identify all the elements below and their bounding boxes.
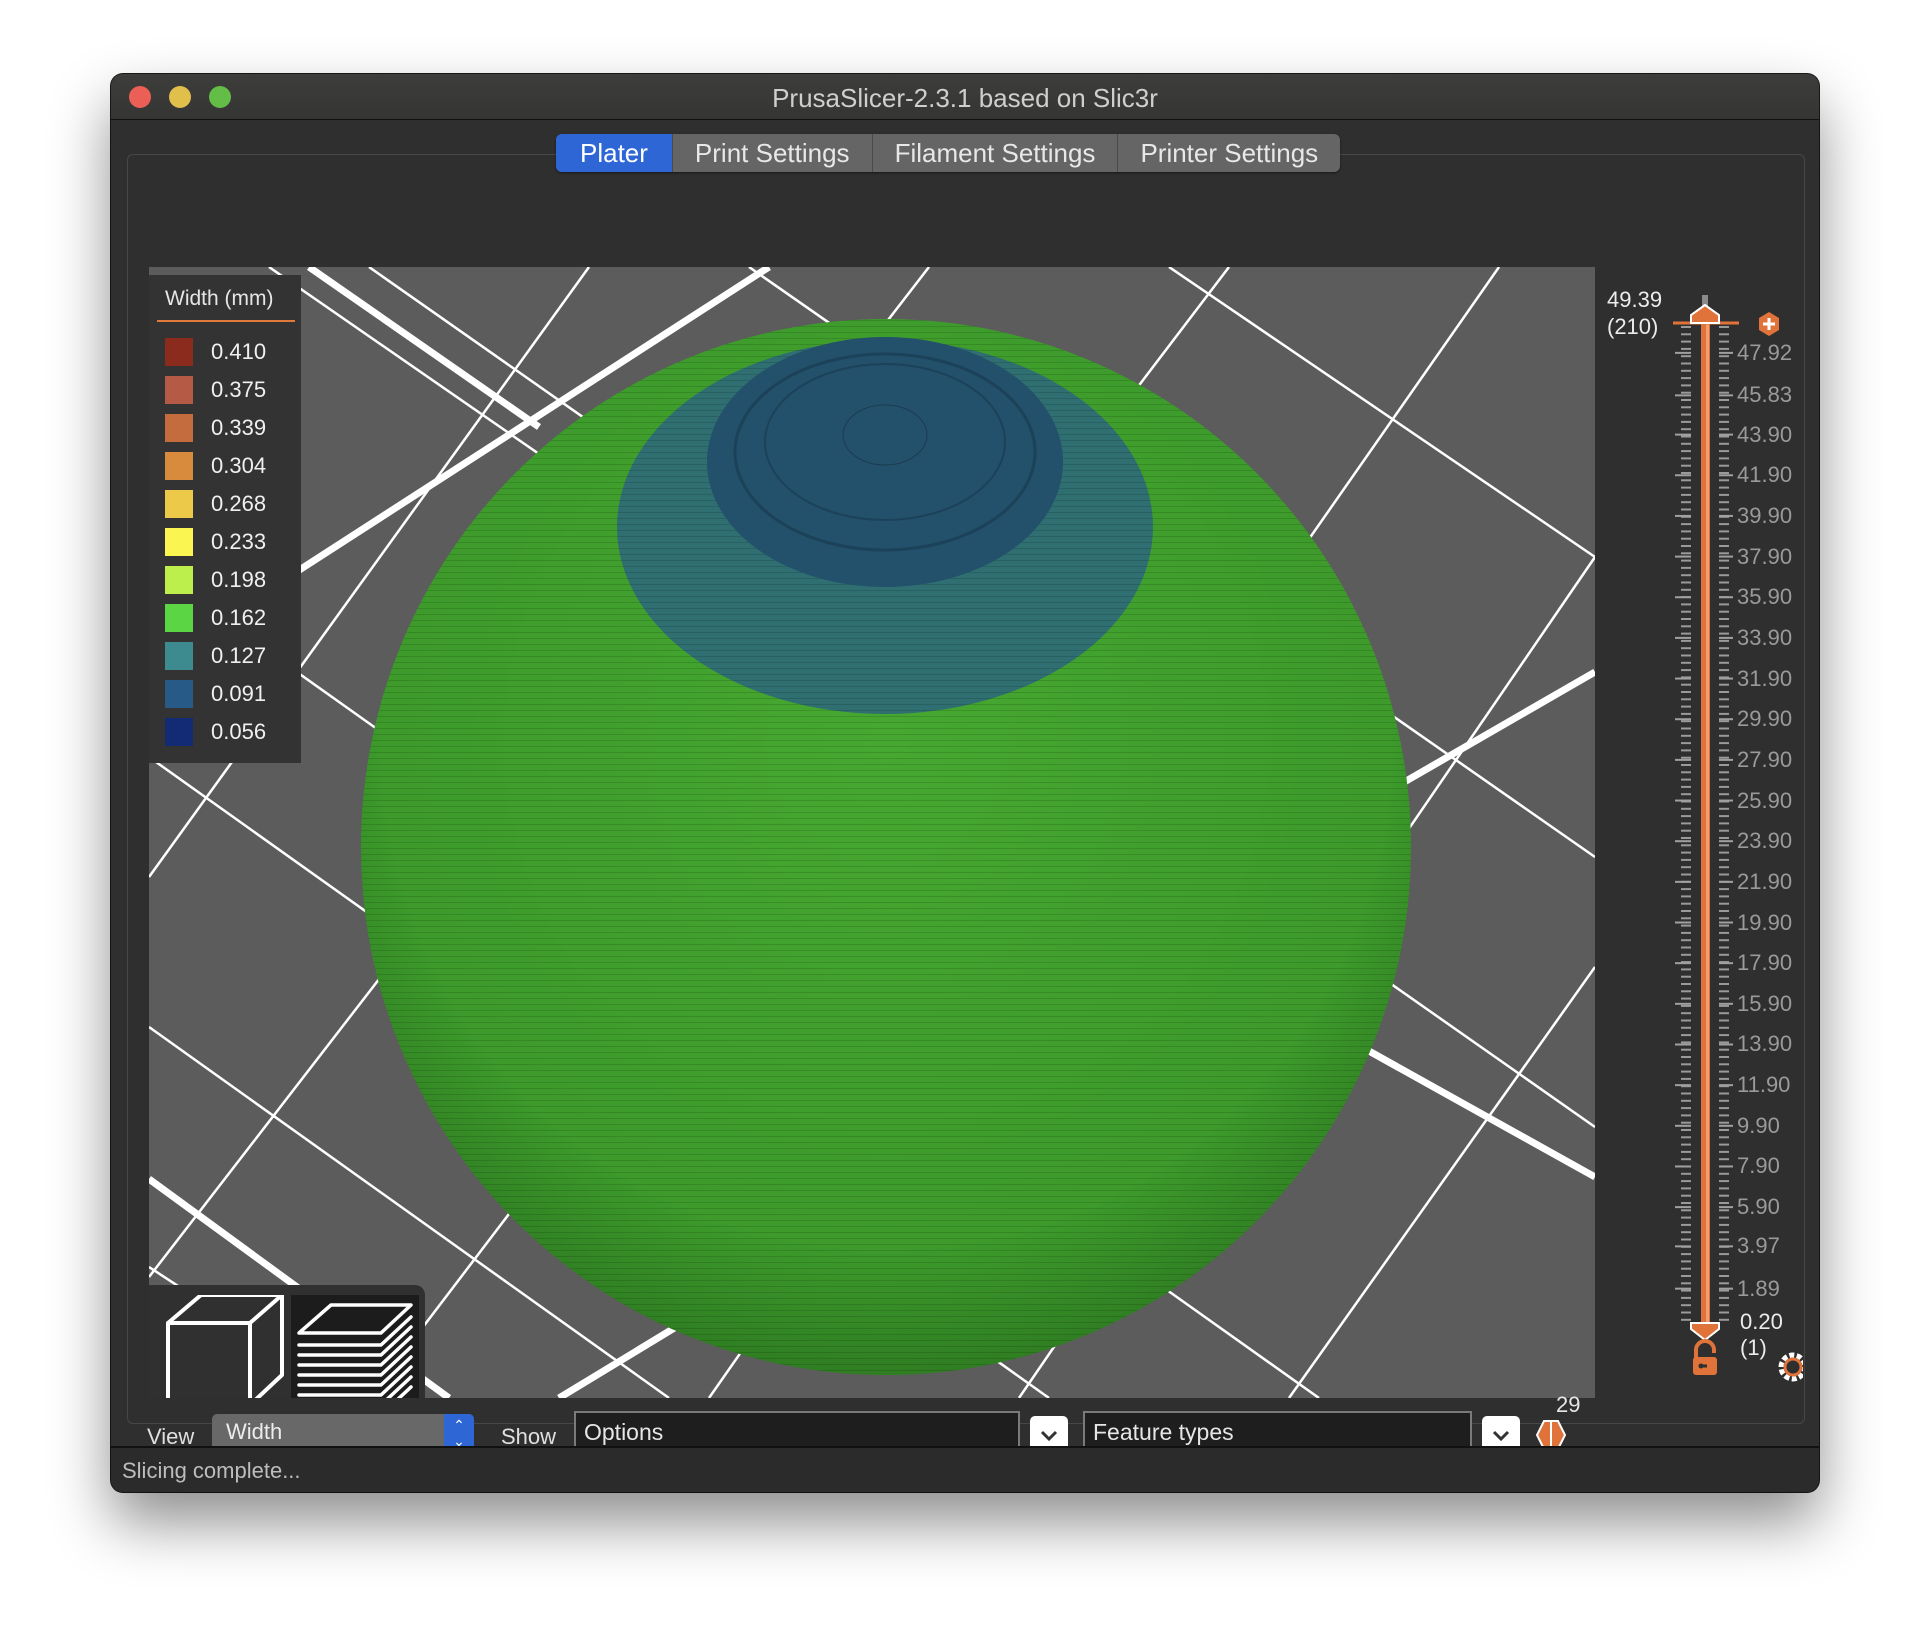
legend-swatch — [165, 528, 193, 556]
slider-tick-label: 5.90 — [1737, 1194, 1780, 1220]
slider-tick-label: 31.90 — [1737, 665, 1793, 691]
slider-tick-label: 27.90 — [1737, 746, 1793, 772]
main-tabs: Plater Print Settings Filament Settings … — [556, 134, 1341, 172]
legend-item: 0.339 — [165, 414, 295, 442]
slider-range-highlight — [1706, 322, 1709, 1322]
slider-tick-label: 37.90 — [1737, 543, 1793, 569]
slider-tick-label: 13.90 — [1737, 1031, 1793, 1057]
slider-tick-label: 7.90 — [1737, 1153, 1780, 1179]
upper-height-label: 49.39 — [1607, 287, 1663, 312]
unlock-icon[interactable] — [1693, 1339, 1717, 1375]
preview-button[interactable] — [291, 1295, 419, 1398]
legend-item: 0.091 — [165, 680, 295, 708]
slider-tick-label: 29.90 — [1737, 706, 1793, 732]
slider-tick-label: 25.90 — [1737, 787, 1793, 813]
legend-title: Width (mm) — [165, 287, 274, 310]
legend-item: 0.127 — [165, 642, 295, 670]
legend-item: 0.162 — [165, 604, 295, 632]
legend-value: 0.162 — [211, 605, 267, 630]
3d-view-button[interactable] — [159, 1293, 287, 1398]
status-text: Slicing complete... — [122, 1458, 301, 1483]
add-color-change-icon[interactable] — [1759, 312, 1779, 336]
slider-tick-label: 15.90 — [1737, 990, 1793, 1016]
legend-value: 0.233 — [211, 529, 267, 554]
lower-layer-label: (1) — [1740, 1335, 1767, 1360]
legend-swatch — [165, 338, 193, 366]
layers-icon — [297, 1303, 413, 1398]
legend-divider — [157, 320, 295, 322]
legend-swatch — [165, 414, 193, 442]
upper-thumb[interactable] — [1690, 303, 1720, 324]
upper-layer-label: (210) — [1607, 314, 1659, 339]
legend-swatch — [165, 680, 193, 708]
status-bar: Slicing complete... — [111, 1446, 1819, 1492]
slider-tick-label: 21.90 — [1737, 868, 1793, 894]
view-toolbar — [149, 1285, 425, 1398]
legend-swatch — [165, 642, 193, 670]
legend-panel: Width (mm) 0.410 0.375 0.339 0.304 0.268… — [149, 275, 301, 763]
legend-item: 0.410 — [165, 338, 295, 366]
legend-value: 0.091 — [211, 681, 267, 706]
legend-item: 0.233 — [165, 528, 295, 556]
title-bar: PrusaSlicer-2.3.1 based on Slic3r — [111, 74, 1819, 120]
plater-panel: Width (mm) 0.410 0.375 0.339 0.304 0.268… — [127, 154, 1805, 1481]
legend-item: 0.375 — [165, 376, 295, 404]
legend-value: 0.410 — [211, 339, 267, 364]
legend-item: 0.304 — [165, 452, 295, 480]
view-type-value: Width — [226, 1419, 283, 1444]
layer-slider[interactable]: 49.39 (210) 47.92 45.83 43.90 41.90 39.90 37.… — [1595, 267, 1803, 1398]
legend-value: 0.339 — [211, 415, 267, 440]
slider-tick-label: 33.90 — [1737, 624, 1793, 650]
legend-swatch — [165, 452, 193, 480]
options-value: Options — [584, 1419, 664, 1445]
slider-tick-label: 17.90 — [1737, 950, 1793, 976]
legend-value: 0.268 — [211, 491, 267, 516]
tab-filament-settings[interactable]: Filament Settings — [871, 134, 1118, 172]
lower-height-label: 0.20 — [1740, 1309, 1783, 1334]
legend-value: 0.198 — [211, 567, 267, 592]
legend-value: 0.375 — [211, 377, 267, 402]
legend-value: 0.056 — [211, 719, 267, 744]
tab-print-settings[interactable]: Print Settings — [671, 134, 872, 172]
slider-tick-label: 35.90 — [1737, 584, 1793, 610]
settings-cog-icon[interactable] — [1778, 1352, 1803, 1382]
scene-render — [149, 267, 1595, 1398]
legend-item: 0.268 — [165, 490, 295, 518]
legend-swatch — [165, 376, 193, 404]
legend-swatch — [165, 566, 193, 594]
slider-tick-label: 23.90 — [1737, 828, 1793, 854]
slider-tick-label: 43.90 — [1737, 421, 1793, 447]
feature-types-value: Feature types — [1093, 1419, 1234, 1445]
slider-tick-label: 41.90 — [1737, 462, 1793, 488]
slider-tick-label: 47.92 — [1737, 339, 1793, 365]
legend-swatch — [165, 490, 193, 518]
slider-tick-label: 9.90 — [1737, 1112, 1780, 1138]
slider-tick-label: 3.97 — [1737, 1233, 1780, 1259]
tab-plater[interactable]: Plater — [556, 134, 672, 172]
legend-swatch — [165, 718, 193, 746]
slider-tick-label: 45.83 — [1737, 382, 1793, 408]
legend-item: 0.198 — [165, 566, 295, 594]
slider-tick-label: 1.89 — [1737, 1275, 1780, 1301]
tab-printer-settings[interactable]: Printer Settings — [1117, 134, 1340, 172]
slider-tick-label: 11.90 — [1737, 1072, 1791, 1098]
lower-thumb[interactable] — [1690, 1322, 1720, 1342]
3d-preview-canvas[interactable]: Width (mm) 0.410 0.375 0.339 0.304 0.268… — [149, 267, 1595, 1398]
legend-swatch — [165, 604, 193, 632]
window-title: PrusaSlicer-2.3.1 based on Slic3r — [772, 83, 1158, 113]
slider-tick-label: 19.90 — [1737, 909, 1793, 935]
legend-value: 0.304 — [211, 453, 267, 478]
app-window: PrusaSlicer-2.3.1 based on Slic3r Width … — [111, 74, 1819, 1492]
slider-tick-label: 39.90 — [1737, 502, 1793, 528]
sphere-object — [361, 319, 1411, 1375]
horizontal-slider-upper-label: 29 — [1556, 1392, 1581, 1417]
cube-icon — [166, 1293, 284, 1398]
legend-item: 0.056 — [165, 718, 295, 746]
legend-value: 0.127 — [211, 643, 267, 668]
